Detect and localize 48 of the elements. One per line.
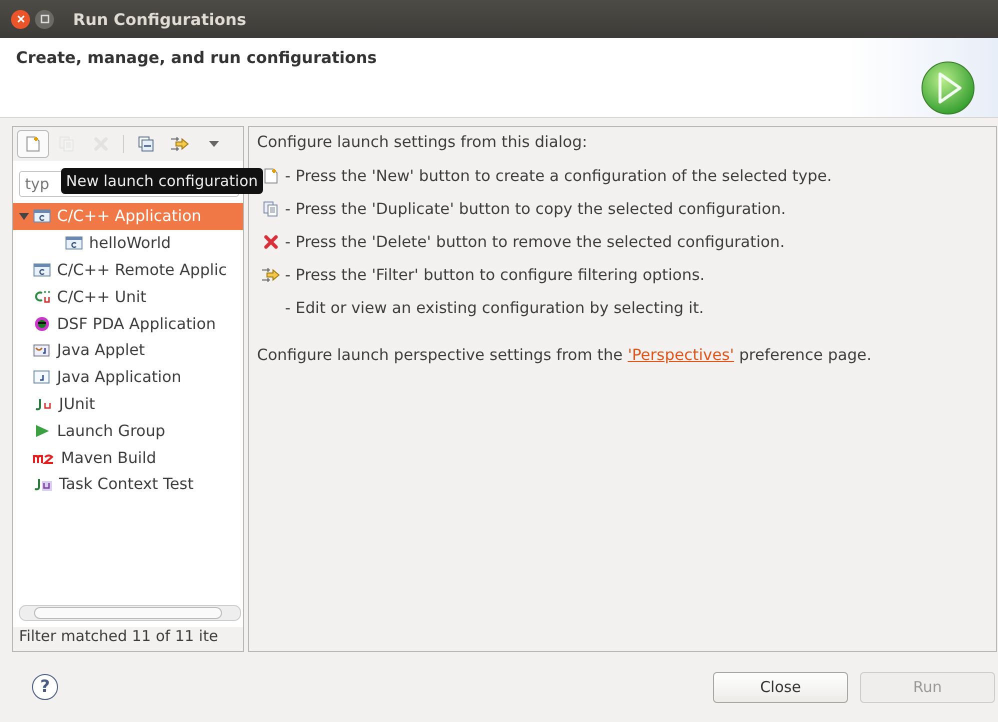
note-text: preference page.: [739, 346, 872, 364]
junit-icon: [33, 476, 53, 492]
tree-item[interactable]: JUnit: [13, 390, 243, 418]
file-icon: [33, 262, 51, 278]
c-unit-icon: [33, 288, 51, 305]
play-icon: [33, 422, 51, 439]
instruction-text: - Press the 'Duplicate' button to copy the selected configuration.: [285, 200, 786, 218]
instruction-text: - Press the 'Delete' button to remove the selected configuration.: [285, 232, 785, 250]
window-icon: [33, 369, 51, 386]
tree-item[interactable]: C/C++ Unit: [13, 283, 243, 310]
tree-item[interactable]: helloWorld: [13, 230, 243, 257]
new-file-icon: [25, 136, 41, 152]
filter-icon: [261, 266, 281, 282]
help-button[interactable]: ?: [32, 674, 58, 700]
window-title: Run Configurations: [73, 10, 246, 28]
applet-icon: [33, 342, 51, 358]
maximize-icon: [40, 14, 50, 24]
filter-icon: [170, 136, 190, 152]
new-file-icon: [263, 168, 279, 184]
instruction-text: - Press the 'Filter' button to configure filtering options.: [285, 266, 705, 284]
run-icon: [920, 60, 976, 116]
tree-item[interactable]: C/C++ Remote Applic: [13, 256, 243, 284]
close-button[interactable]: [11, 10, 30, 28]
tree-item[interactable]: Java Applet: [13, 336, 243, 364]
tree-item[interactable]: Launch Group: [13, 417, 243, 444]
file-icon: [65, 235, 83, 252]
delete-icon: [263, 234, 279, 250]
collapse-icon: [138, 136, 154, 152]
tooltip: New launch configuration: [61, 168, 263, 194]
instruction-text: - Press the 'New' button to create a configuration of the selected type.: [285, 166, 832, 184]
intro-text: Configure launch settings from this dialog:: [257, 133, 588, 153]
horizontal-scrollbar[interactable]: [19, 605, 241, 621]
filter-status: Filter matched 11 of 11 ite: [13, 627, 243, 651]
tree-item[interactable]: Task Context Test: [13, 470, 243, 498]
instruction-text: - Edit or view an existing configuration by selecting it.: [285, 298, 704, 316]
note-text: Configure launch perspective settings from the: [257, 346, 623, 364]
close-icon: [16, 14, 26, 24]
file-icon: [33, 208, 51, 224]
header-title: Create, manage, and run configurations: [16, 48, 377, 69]
expanded-icon: [19, 211, 29, 222]
new-button[interactable]: [17, 130, 49, 158]
dropdown-icon: [209, 141, 219, 147]
tree-item[interactable]: Java Application: [13, 364, 243, 391]
tree-item[interactable]: Maven Build: [13, 444, 243, 471]
copy-icon: [263, 200, 279, 216]
maximize-button[interactable]: [35, 10, 54, 28]
dialog-button[interactable]: Close: [713, 672, 848, 702]
tree-item[interactable]: DSF PDA Application: [13, 310, 243, 337]
